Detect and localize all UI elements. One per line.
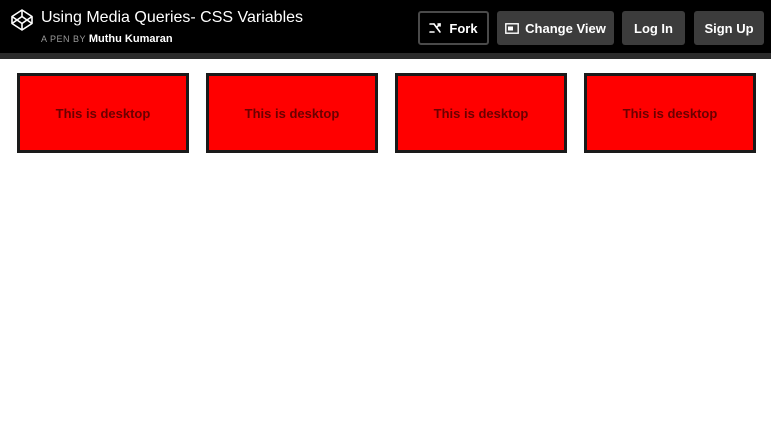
fork-icon (429, 22, 443, 34)
fork-button[interactable]: Fork (418, 11, 489, 45)
log-in-button[interactable]: Log In (622, 11, 685, 45)
desktop-box: This is desktop (584, 73, 756, 153)
top-bar: Using Media Queries- CSS Variables A PEN… (0, 0, 771, 53)
pen-byline: A PEN BY Muthu Kumaran (41, 33, 173, 45)
codepen-logo-icon[interactable] (10, 8, 34, 32)
header-divider (0, 53, 771, 59)
desktop-box: This is desktop (17, 73, 189, 153)
desktop-box: This is desktop (395, 73, 567, 153)
change-view-label: Change View (525, 20, 606, 36)
desktop-box: This is desktop (206, 73, 378, 153)
change-view-button[interactable]: Change View (497, 11, 614, 45)
pen-title: Using Media Queries- CSS Variables (41, 9, 304, 26)
byline-prefix: A PEN BY (41, 34, 86, 44)
sign-up-button[interactable]: Sign Up (694, 11, 764, 45)
fork-label: Fork (449, 20, 478, 36)
layout-icon (505, 22, 520, 34)
author-link[interactable]: Muthu Kumaran (89, 33, 173, 45)
